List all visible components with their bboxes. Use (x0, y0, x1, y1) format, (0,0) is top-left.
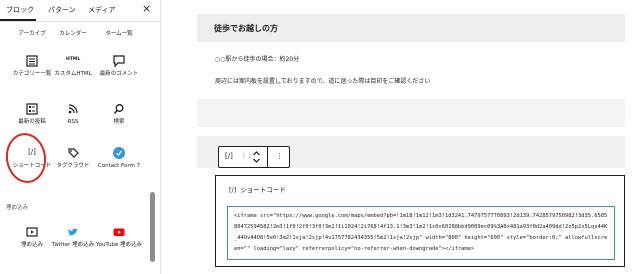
tab-patterns[interactable]: パターン (48, 5, 76, 15)
youtube-icon (112, 224, 126, 238)
shortcode-icon: [/] (229, 186, 237, 194)
shortcode-label: ショートコード (240, 186, 286, 194)
block-label: 最新のコメント (99, 71, 139, 77)
heading-block[interactable]: 徒歩でお越しの方 (197, 14, 625, 42)
block-label: RSS (67, 119, 79, 125)
block-rss[interactable]: RSS (49, 101, 97, 126)
tag-icon (66, 145, 80, 159)
twitter-icon (66, 224, 80, 238)
paragraph-access-time[interactable]: ○○駅から徒歩の場合：約20分 (215, 54, 299, 63)
heading-text[interactable]: 徒歩でお越しの方 (214, 23, 278, 34)
block-twitter-embed[interactable]: Twitter 埋め込み (49, 224, 97, 249)
more-options-icon[interactable]: ⋮ (276, 152, 283, 160)
inserter-tabs: ブロック パターン メディア × (0, 0, 160, 22)
rss-icon (66, 101, 80, 115)
section-title-embeds: 埋め込み (6, 205, 29, 211)
move-buttons[interactable] (252, 149, 261, 167)
block-label: タグクラウド (56, 163, 90, 169)
paragraph-signboard-note[interactable]: 周辺には案内板を設置しておりますので、道に迷った際は目印をご確認ください (215, 76, 430, 85)
tab-blocks[interactable]: ブロック (6, 5, 34, 15)
highlight-circle (2, 130, 50, 186)
html-icon: HTML (66, 57, 81, 62)
block-toolbar: [/] ⋮⋮ ⋮ (218, 146, 290, 168)
posts-list-icon (25, 101, 39, 115)
block-label: Contact Form 7 (97, 163, 141, 169)
block-search[interactable]: 検索 (95, 101, 143, 126)
toolbar-divider (267, 147, 268, 167)
embed-icon (25, 224, 39, 238)
block-latest-comments[interactable]: 最新のコメント (95, 53, 143, 78)
close-icon[interactable]: × (142, 2, 151, 15)
contact-form-7-icon (112, 145, 126, 159)
comment-icon (112, 53, 126, 68)
shortcode-block[interactable]: [/] ショートコード <iframe src="https://www.goo… (215, 175, 625, 267)
block-label: Twitter 埋め込み (51, 242, 95, 248)
block-youtube-embed[interactable]: YouTube 埋め込み (95, 224, 143, 249)
spacer-block[interactable] (197, 99, 625, 127)
block-custom-html[interactable]: HTML カスタムHTML (49, 53, 97, 78)
shortcode-block-icon[interactable]: [/] (225, 152, 233, 160)
block-terms-label[interactable]: ターム一覧 (95, 29, 143, 37)
block-label: 検索 (113, 119, 125, 125)
block-label: YouTube 埋め込み (95, 242, 143, 248)
search-icon (112, 101, 126, 115)
active-tab-indicator (0, 19, 36, 21)
shortcode-block-title: [/] ショートコード (229, 184, 286, 194)
block-inserter-panel: ブロック パターン メディア × アーカイブ カレンダー ターム一覧 カテゴリー… (0, 0, 161, 274)
tab-media[interactable]: メディア (88, 5, 116, 15)
shortcode-textarea[interactable]: <iframe src="https://www.google.com/maps… (227, 206, 615, 260)
block-tag-cloud[interactable]: タグクラウド (49, 145, 97, 170)
inserter-scrollbar[interactable] (150, 192, 155, 262)
category-list-icon (25, 53, 39, 67)
block-label: カスタムHTML (54, 71, 92, 77)
block-calendar-label[interactable]: カレンダー (49, 29, 97, 37)
block-contact-form-7[interactable]: Contact Form 7 (95, 145, 143, 170)
